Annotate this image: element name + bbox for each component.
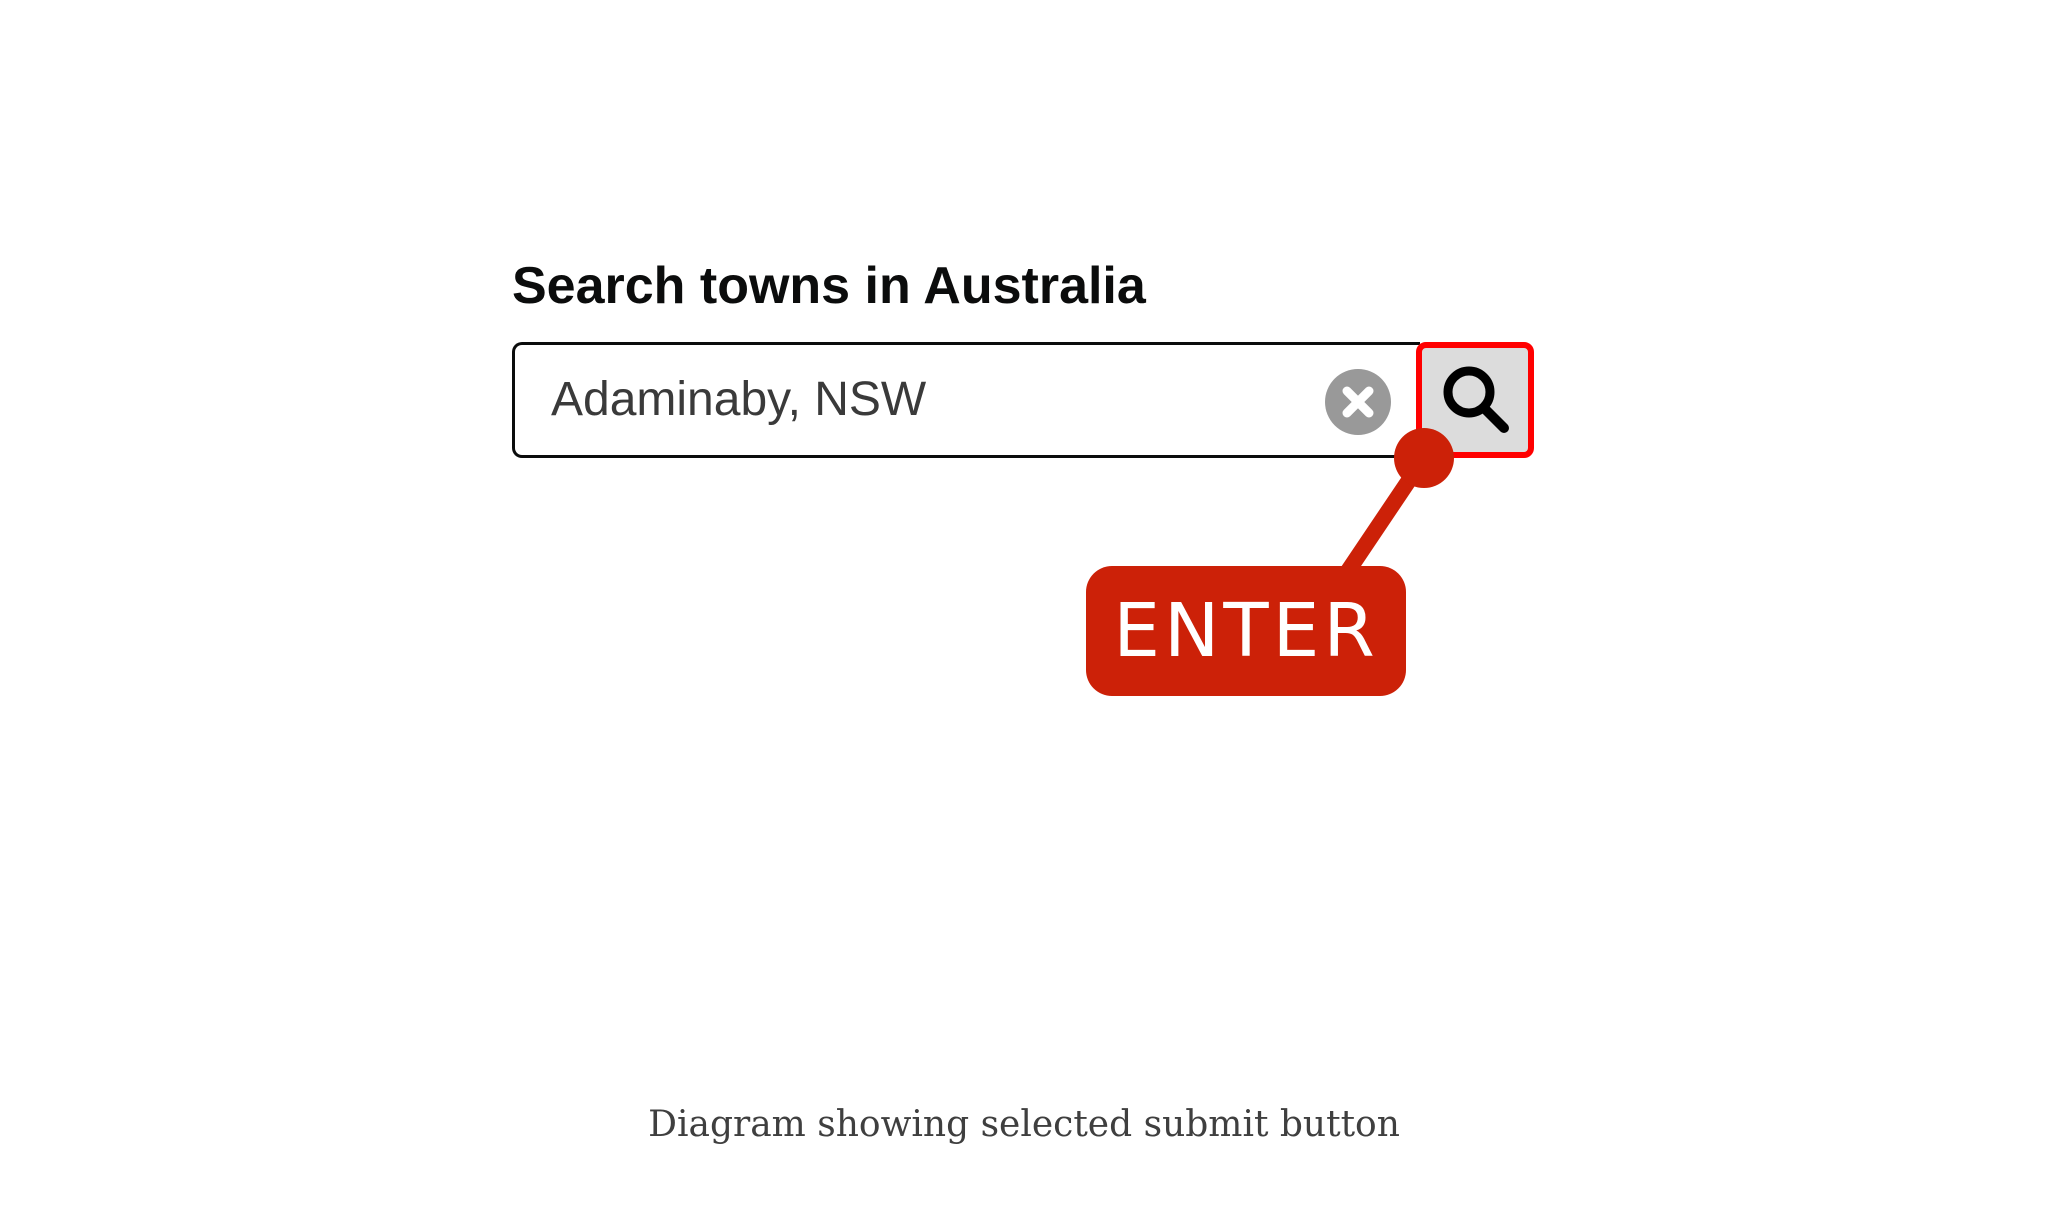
diagram-caption: Diagram showing selected submit button xyxy=(648,1104,1400,1145)
search-submit-button[interactable] xyxy=(1416,342,1534,458)
annotation-connector xyxy=(1338,428,1454,582)
enter-key-badge: ENTER xyxy=(1086,566,1406,696)
search-input[interactable]: Adaminaby, NSW xyxy=(512,342,1420,458)
diagram-canvas: Search towns in Australia Adaminaby, NSW… xyxy=(0,0,2048,1229)
clear-search-button[interactable] xyxy=(1325,369,1391,435)
search-label: Search towns in Australia xyxy=(512,257,1146,315)
connector-line xyxy=(1338,450,1432,582)
search-input-value: Adaminaby, NSW xyxy=(551,373,927,426)
magnifying-glass-icon xyxy=(1443,366,1509,433)
close-circle-icon xyxy=(1342,386,1374,418)
